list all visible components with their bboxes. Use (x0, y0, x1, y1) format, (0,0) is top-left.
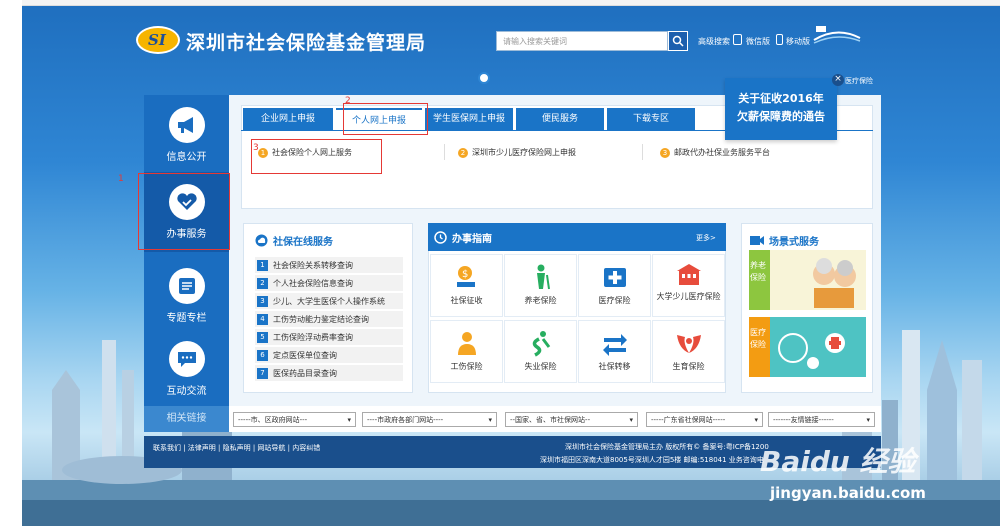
sidebar-item-label: 互动交流 (166, 386, 207, 397)
divider (642, 144, 643, 160)
camera-icon (750, 236, 764, 245)
dropdown-national-social-security-sites[interactable]: --国家、省、市社保网站-- ▾ (505, 412, 638, 427)
notice-title-line2: 欠薪保障费的通告 (737, 110, 825, 123)
advanced-search-link[interactable]: 高级搜索 (698, 36, 730, 47)
tab-enterprise[interactable]: 企业网上申报 (243, 108, 333, 130)
site-logo[interactable]: SI (136, 26, 180, 54)
notice-caption: 医疗保险 (845, 77, 873, 85)
megaphone-icon (177, 117, 193, 133)
mobile-icon (776, 34, 783, 45)
dropdown-friendly-links[interactable]: -------友情链接------ ▾ (768, 412, 875, 427)
scene-label-medical: 医疗保险 (750, 328, 766, 349)
wechat-icon (733, 34, 742, 45)
site-title: 深圳市社会保险基金管理局 (186, 32, 427, 54)
annotation-box-3 (251, 139, 382, 174)
chat-icon (177, 352, 196, 367)
annotation-box-1 (138, 173, 230, 250)
school-building-icon (676, 264, 701, 285)
guide-more-link[interactable]: 更多> (696, 233, 716, 243)
scene-label-pension: 养老保险 (750, 261, 766, 282)
sub-link-postal-agent[interactable]: 3 邮政代办社保业务服务平台 (660, 147, 770, 158)
notice-banner[interactable]: 关于征收2016年 欠薪保障费的通告 (725, 78, 837, 140)
list-item[interactable]: 5 工伤保险浮动费率查询 (255, 329, 403, 345)
search-icon (672, 35, 684, 47)
elder-icon (536, 264, 550, 290)
notice-close-button[interactable]: × (832, 74, 844, 86)
annotation-number-1: 1 (118, 174, 124, 184)
svg-text:$: $ (462, 269, 468, 280)
annotation-number-2: 2 (345, 96, 351, 106)
coins-icon: $ (456, 266, 475, 287)
guide-tile-work-injury[interactable]: 工伤保险 (430, 320, 503, 383)
guide-tile-social-collection[interactable]: $ 社保征收 (430, 254, 503, 317)
wechat-version-link[interactable]: 微信版 (746, 36, 770, 47)
annotation-box-2 (343, 103, 428, 135)
tab-downloads[interactable]: 下载专区 (607, 108, 695, 130)
dropdown-city-department-sites[interactable]: ----市政府各部门网站---- ▾ (362, 412, 497, 427)
dropdown-district-gov-sites[interactable]: -----市、区政府网站--- ▾ (233, 412, 356, 427)
scene-pension-banner[interactable]: 养老保险 (749, 250, 866, 310)
online-services-header: 社保在线服务 (255, 233, 333, 248)
sidebar-item-label: 专题专栏 (166, 313, 207, 324)
chevron-down-icon: ▾ (754, 415, 758, 424)
clock-icon (434, 230, 447, 244)
tab-convenience[interactable]: 便民服务 (516, 108, 604, 130)
carousel-indicator[interactable] (478, 72, 490, 84)
scene-medical-banner[interactable]: 医疗保险 (749, 317, 866, 377)
guide-tile-unemployment[interactable]: 失业保险 (504, 320, 577, 383)
chevron-down-icon: ▾ (347, 415, 351, 424)
tab-student-insurance[interactable]: 学生医保网上申报 (425, 108, 513, 130)
baidu-watermark-url: jingyan.baidu.com (770, 484, 926, 502)
list-item[interactable]: 2 个人社会保险信息查询 (255, 275, 403, 291)
cloud-icon (255, 234, 268, 247)
sidebar-item-topics[interactable]: 专题专栏 (144, 256, 229, 336)
list-icon (178, 278, 195, 294)
guide-header: 办事指南 (428, 223, 726, 251)
medical-kit-icon (603, 268, 626, 287)
chevron-down-icon: ▾ (629, 415, 633, 424)
sidebar-item-info-disclosure[interactable]: 信息公开 (144, 95, 229, 175)
scene-services-header: 场景式服务 (750, 233, 819, 248)
footer-copyright: 深圳市社会保险基金管理局主办 版权所有© 备案号:粤ICP备1200 (565, 443, 769, 451)
sidebar-item-label: 信息公开 (166, 152, 207, 163)
list-item[interactable]: 6 定点医保单位查询 (255, 347, 403, 363)
medical-scene-image (778, 333, 845, 369)
list-item[interactable]: 3 少儿、大学生医保个人操作系统 (255, 293, 403, 309)
guide-tile-transfer[interactable]: 社保转移 (578, 320, 651, 383)
guide-tile-student-child-medical[interactable]: 大学少儿医疗保险 (652, 254, 725, 317)
guide-tile-maternity[interactable]: 生育保险 (652, 320, 725, 383)
notice-title-line1: 关于征收2016年 (738, 92, 824, 105)
chevron-down-icon: ▾ (866, 415, 870, 424)
mobile-version-link[interactable]: 移动版 (786, 36, 810, 47)
chevron-down-icon: ▾ (488, 415, 492, 424)
guide-tile-medical[interactable]: 医疗保险 (578, 254, 651, 317)
list-item[interactable]: 7 医保药品目录查询 (255, 365, 403, 381)
sub-link-children-insurance[interactable]: 2 深圳市少儿医疗保险网上申报 (458, 147, 576, 158)
elderly-couple-image (813, 258, 856, 308)
baidu-watermark: Baidu 经验 (760, 445, 916, 478)
footer-links[interactable]: 联系我们 | 法律声明 | 隐私声明 | 网站导航 | 内容纠错 (153, 443, 320, 453)
divider (444, 144, 445, 160)
annotation-number-3: 3 (253, 143, 259, 153)
hands-icon (676, 335, 701, 353)
guide-tile-pension[interactable]: 养老保险 (504, 254, 577, 317)
transfer-arrows-icon (602, 334, 627, 356)
list-item[interactable]: 1 社会保险关系转移查询 (255, 257, 403, 273)
search-input[interactable]: 请输入搜索关键词 (496, 31, 668, 51)
related-links-label: 相关链接 (144, 406, 229, 432)
footer-address: 深圳市福田区深南大道8005号深圳人才园5楼 邮编:518041 业务咨询电 (540, 456, 764, 464)
unemployment-icon (532, 331, 550, 357)
list-item[interactable]: 4 工伤劳动能力鉴定结论查询 (255, 311, 403, 327)
sidebar-item-interaction[interactable]: 互动交流 (144, 329, 229, 409)
worker-icon (457, 332, 476, 355)
dropdown-guangdong-sites[interactable]: -----广东省社保网站----- ▾ (646, 412, 763, 427)
shenzhen-gov-logo[interactable] (812, 24, 862, 46)
search-button[interactable] (668, 31, 688, 51)
